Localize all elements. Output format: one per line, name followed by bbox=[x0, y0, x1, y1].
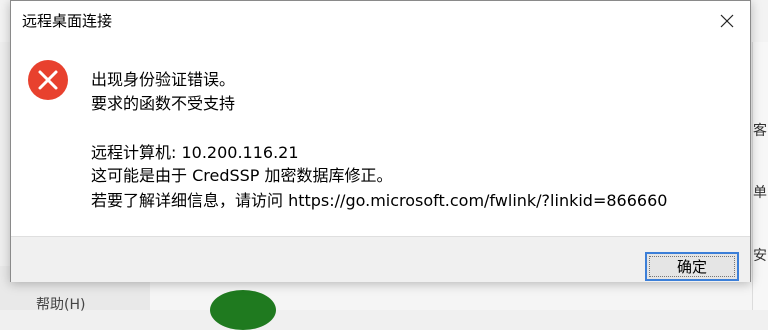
error-message-detail: 要求的函数不受支持 bbox=[91, 94, 236, 113]
dialog-footer: 确定 bbox=[11, 236, 750, 282]
green-status-icon bbox=[210, 290, 276, 330]
help-menu[interactable]: 帮助(H) bbox=[36, 294, 85, 314]
close-icon bbox=[720, 14, 734, 28]
error-message-title: 出现身份验证错误。 bbox=[91, 70, 236, 89]
more-info-link-text: 若要了解详细信息，请访问 https://go.microsoft.com/fw… bbox=[91, 191, 668, 210]
background-right-panel bbox=[752, 42, 768, 310]
background-right-text-3: 安 bbox=[753, 248, 767, 264]
dialog-title: 远程桌面连接 bbox=[22, 12, 113, 30]
remote-computer-text: 远程计算机: 10.200.116.21 bbox=[91, 143, 299, 162]
error-icon bbox=[28, 60, 68, 100]
ok-button[interactable]: 确定 bbox=[645, 252, 739, 281]
credssp-cause-text: 这可能是由于 CredSSP 加密数据库修正。 bbox=[91, 166, 393, 185]
background-right-text-1: 客 bbox=[753, 123, 767, 139]
close-button[interactable] bbox=[704, 1, 750, 41]
error-dialog: 远程桌面连接 出现身份验证错误。 要求的函数不受支持 远程计算机: 10.200… bbox=[10, 0, 751, 282]
ok-button-label: 确定 bbox=[676, 258, 707, 276]
dialog-titlebar[interactable]: 远程桌面连接 bbox=[11, 1, 750, 41]
background-right-text-2: 单 bbox=[753, 185, 767, 201]
